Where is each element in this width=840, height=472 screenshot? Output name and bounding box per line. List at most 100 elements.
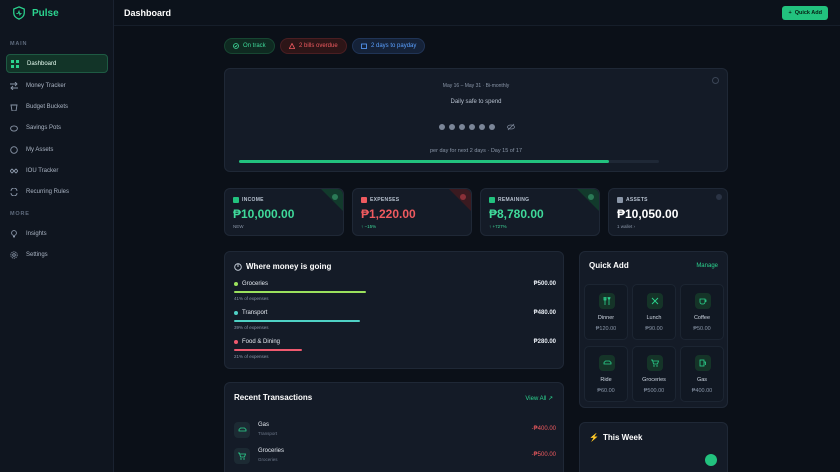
- transaction-category: Groceries: [258, 457, 278, 462]
- sidebar-item-my-assets[interactable]: My Assets: [6, 140, 108, 159]
- car-icon: [599, 355, 615, 371]
- transaction-row[interactable]: Groceries Groceries -₱500.00: [234, 447, 556, 467]
- transaction-name: Gas: [258, 422, 270, 428]
- category-row[interactable]: Groceries ₱500.00 41% of expenses: [234, 281, 556, 305]
- bulb-icon: [10, 229, 18, 238]
- tile-amount: ₱120.00: [595, 326, 617, 332]
- category-dot: [234, 282, 238, 286]
- transaction-category: Transport: [258, 431, 278, 436]
- coin-icon: [10, 145, 18, 154]
- category-label: Food & Dining: [242, 339, 281, 345]
- sidebar-item-label: Budget Buckets: [26, 103, 69, 110]
- tile-amount: ₱60.00: [597, 388, 615, 394]
- card-title: Recent Transactions: [234, 393, 313, 402]
- hero-subtitle: per day for next 2 days · Day 15 of 17: [429, 148, 523, 154]
- category-amount: ₱500.00: [533, 281, 556, 287]
- transaction-amount: -₱400.00: [531, 426, 556, 432]
- where-money-card: Where money is going Groceries ₱500.00 4…: [224, 251, 564, 369]
- page-title: Dashboard: [124, 8, 172, 18]
- sidebar-item-label: Dashboard: [27, 60, 57, 67]
- week-indicator[interactable]: [705, 454, 717, 466]
- category-bar: [234, 320, 360, 322]
- main-content: On track 2 bills overdue 2 days to payda…: [114, 26, 840, 472]
- card-title: ⚡ This Week: [589, 433, 642, 442]
- status-pill-payday[interactable]: 2 days to payday: [352, 38, 426, 54]
- quick-add-tile-groceries[interactable]: Groceries ₱500.00: [632, 346, 676, 402]
- card-title: Where money is going: [234, 262, 331, 271]
- wallet-icon: [489, 197, 495, 203]
- stat-sub: ↑ +727%: [489, 224, 507, 229]
- category-dot: [234, 340, 238, 344]
- stat-label: EXPENSES: [361, 197, 399, 203]
- status-pill-overdue[interactable]: 2 bills overdue: [280, 38, 347, 54]
- expense-icon: [361, 197, 367, 203]
- bucket-icon: [10, 103, 18, 111]
- car-icon: [234, 422, 250, 438]
- sidebar-item-budget-buckets[interactable]: Budget Buckets: [6, 97, 108, 116]
- stat-label-text: INCOME: [242, 197, 264, 203]
- manage-link[interactable]: Manage: [696, 263, 718, 269]
- sidebar-item-dashboard[interactable]: Dashboard: [6, 54, 108, 73]
- card-title: Quick Add: [589, 261, 629, 270]
- eye-off-icon[interactable]: [507, 123, 515, 131]
- transaction-row[interactable]: Gas Transport -₱400.00: [234, 421, 556, 441]
- stat-value: ₱10,050.00: [617, 207, 679, 221]
- category-percent: 41% of expenses: [234, 296, 269, 301]
- corner-accent: [449, 189, 471, 211]
- quick-add-tile-lunch[interactable]: Lunch ₱90.00: [632, 284, 676, 340]
- quick-add-tile-ride[interactable]: Ride ₱60.00: [584, 346, 628, 402]
- corner-accent: [577, 189, 599, 211]
- category-name: Transport: [234, 310, 267, 316]
- status-pill-on-track[interactable]: On track: [224, 38, 275, 54]
- this-week-card: ⚡ This Week: [579, 422, 728, 472]
- sidebar-item-recurring-rules[interactable]: Recurring Rules: [6, 182, 108, 201]
- view-all-link[interactable]: View All ↗: [525, 395, 553, 402]
- trend-icon: [332, 194, 338, 200]
- sidebar-item-label: Settings: [26, 251, 48, 258]
- stat-card-assets[interactable]: ASSETS ₱10,050.00 1 wallet ›: [608, 188, 728, 236]
- category-percent: 39% of expenses: [234, 325, 269, 330]
- trend-icon: [588, 194, 594, 200]
- quick-add-tile-dinner[interactable]: Dinner ₱120.00: [584, 284, 628, 340]
- category-row[interactable]: Food & Dining ₱280.00 21% of expenses: [234, 339, 556, 363]
- period-type: Bi-monthly: [485, 83, 510, 89]
- stat-card-expenses[interactable]: EXPENSES ₱1,220.00 ↑ −15%: [352, 188, 472, 236]
- pill-label: 2 bills overdue: [299, 43, 338, 49]
- sidebar-item-savings-pots[interactable]: Savings Pots: [6, 118, 108, 137]
- stat-card-remaining[interactable]: REMAINING ₱8,780.00 ↑ +727%: [480, 188, 600, 236]
- tile-name: Coffee: [693, 315, 711, 321]
- quick-add-button[interactable]: + Quick Add: [782, 6, 828, 20]
- period-range[interactable]: May 16 – May 31 · Bi-monthly: [225, 83, 727, 89]
- sidebar-item-settings[interactable]: Settings: [6, 245, 108, 264]
- stat-value: ₱1,220.00: [361, 207, 416, 221]
- category-percent: 21% of expenses: [234, 354, 269, 359]
- tile-name: Gas: [696, 377, 708, 383]
- transaction-name: Groceries: [258, 448, 285, 454]
- stat-sub: NEW: [233, 224, 244, 229]
- stat-card-income[interactable]: INCOME ₱10,000.00 NEW: [224, 188, 344, 236]
- sidebar-item-label: IOU Tracker: [26, 167, 59, 174]
- quick-add-tile-coffee[interactable]: Coffee ₱50.00: [680, 284, 724, 340]
- check-circle-icon: [233, 43, 239, 49]
- transaction-amount: -₱500.00: [531, 452, 556, 458]
- fork-knife-icon: [647, 293, 663, 309]
- sidebar-item-iou-tracker[interactable]: IOU Tracker: [6, 161, 108, 180]
- shield-logo-icon: [13, 6, 25, 20]
- quick-add-tile-gas[interactable]: Gas ₱400.00: [680, 346, 724, 402]
- category-row[interactable]: Transport ₱480.00 39% of expenses: [234, 310, 556, 334]
- sidebar-item-insights[interactable]: Insights: [6, 224, 108, 243]
- safe-to-spend-card: May 16 – May 31 · Bi-monthly Daily safe …: [224, 68, 728, 172]
- mask-dot: [449, 124, 455, 130]
- sidebar-item-label: Insights: [26, 230, 47, 237]
- quick-add-label: Quick Add: [794, 10, 822, 16]
- plus-icon: +: [788, 10, 792, 16]
- category-bar: [234, 349, 302, 351]
- category-bar: [234, 291, 366, 293]
- income-icon: [233, 197, 239, 203]
- category-amount: ₱480.00: [533, 310, 556, 316]
- corner-accent: [321, 189, 343, 211]
- cart-icon: [647, 355, 663, 371]
- mask-dot: [489, 124, 495, 130]
- sidebar-item-money-tracker[interactable]: Money Tracker: [6, 76, 108, 95]
- brand[interactable]: Pulse: [12, 6, 59, 20]
